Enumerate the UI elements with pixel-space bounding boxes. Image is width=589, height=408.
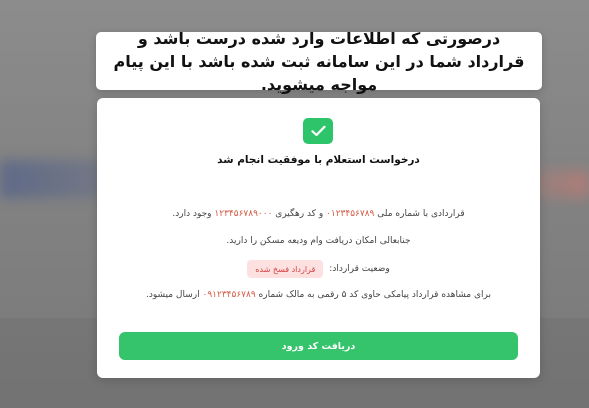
success-dialog: درخواست استعلام با موفقیت انجام شد قرارد… <box>97 98 540 378</box>
contract-info-prefix: قراردادی با شماره ملی <box>377 209 465 219</box>
contract-status-label: وضعیت قرارداد: <box>329 264 390 274</box>
sms-info-prefix: برای مشاهده قرارداد پیامکی حاوی کد ۵ رقم… <box>258 290 491 300</box>
contract-info-suffix: وجود دارد. <box>172 209 212 219</box>
get-login-code-button[interactable]: دریافت کد ورود <box>119 332 518 360</box>
tracking-code-value: ۱۲۳۴۵۶۷۸۹۰۰۰ <box>214 209 273 219</box>
loan-eligibility-text: جنابعالی امکان دریافت وام ودیعه مسکن را … <box>226 236 411 246</box>
sms-info-text: برای مشاهده قرارداد پیامکی حاوی کد ۵ رقم… <box>107 290 530 300</box>
national-id-value: ۰۱۲۳۴۵۶۷۸۹ <box>326 209 375 219</box>
explanation-callout: درصورتی که اطلاعات وارد شده درست باشد و … <box>96 29 542 94</box>
contract-status-row: وضعیت قرارداد: قرارداد فسخ شده <box>97 258 540 280</box>
contract-info-text: قراردادی با شماره ملی ۰۱۲۳۴۵۶۷۸۹ و کد ره… <box>107 209 530 219</box>
check-mark-icon <box>310 125 326 137</box>
dialog-title: درخواست استعلام با موفقیت انجام شد <box>217 154 420 166</box>
contract-status-badge: قرارداد فسخ شده <box>247 260 324 278</box>
explanation-text: درصورتی که اطلاعات وارد شده درست باشد و … <box>113 28 525 94</box>
contract-info-middle: و کد رهگیری <box>275 209 324 219</box>
sms-info-suffix: ارسال میشود. <box>145 290 200 300</box>
check-icon <box>303 118 333 144</box>
owner-phone-value: ۰۹۱۲۳۴۵۶۷۸۹ <box>202 290 256 300</box>
